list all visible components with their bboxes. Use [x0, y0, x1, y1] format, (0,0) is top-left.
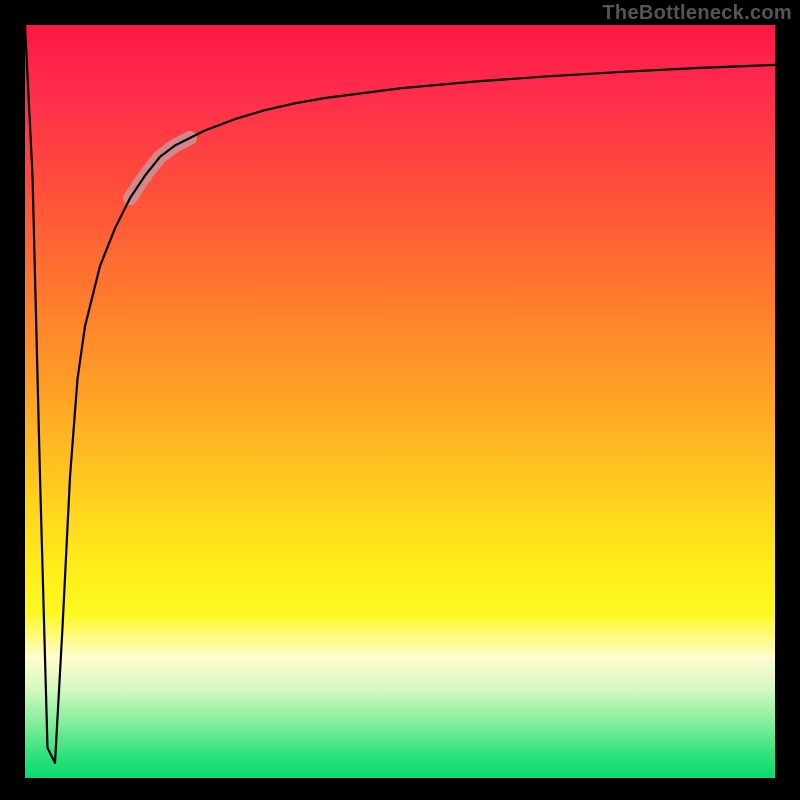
curve-layer — [25, 25, 775, 778]
bottleneck-curve — [25, 25, 775, 763]
curve-highlight — [130, 138, 190, 198]
chart-frame: TheBottleneck.com — [0, 0, 800, 800]
watermark-text: TheBottleneck.com — [602, 2, 792, 25]
plot-area — [25, 25, 775, 778]
